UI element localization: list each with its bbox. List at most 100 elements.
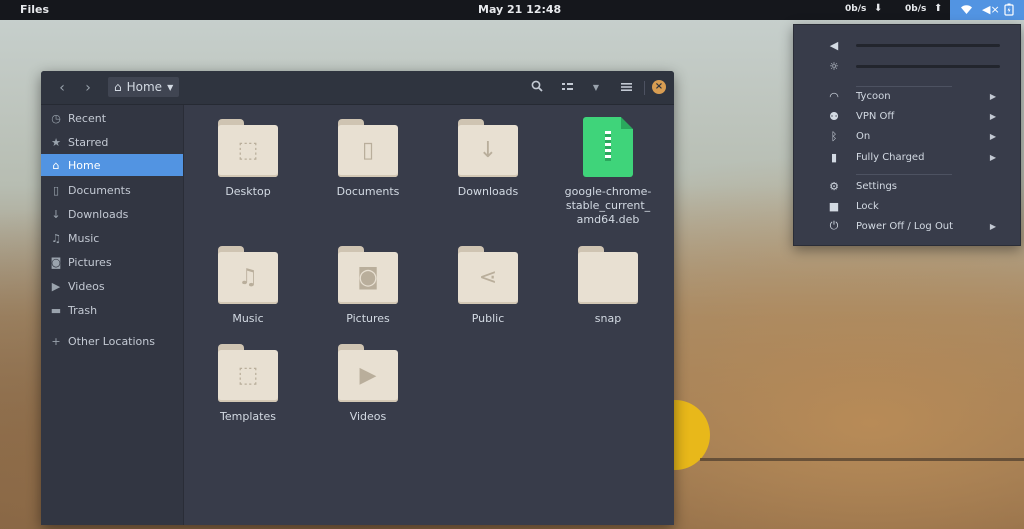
view-toggle-icon[interactable] [559,79,577,97]
location-button[interactable]: ⌂ Home ▼ [108,77,180,97]
brightness-icon: ☼ [829,59,839,73]
menu-item-vpn[interactable]: ⚉ VPN Off ▶ [794,106,1020,126]
file-item-desktop[interactable]: ⬚ Desktop [193,119,303,199]
volume-icon: ◀× [982,3,1000,16]
sidebar-item-music[interactable]: ♫ Music [41,227,183,249]
wifi-icon [960,3,973,18]
file-item-chrome-deb[interactable]: google-chrome- stable_current_ amd64.deb [553,117,663,227]
sidebar-item-label: Trash [68,303,98,317]
net-down-speed: 0b/s [845,4,867,14]
chevron-right-icon: ▶ [989,152,996,162]
view-options-chevron-icon[interactable]: ▼ [587,79,605,97]
camera-icon: ◙ [50,255,62,269]
app-menu[interactable]: Files [20,3,49,16]
clock[interactable]: May 21 12:48 [478,3,561,16]
search-icon[interactable] [528,79,546,97]
header-bar: ‹ › ⌂ Home ▼ ▼ × [41,71,674,105]
brightness-slider[interactable] [856,65,1000,68]
file-name: Videos [349,410,387,423]
sidebar-item-label: Starred [68,135,109,149]
file-item-pictures[interactable]: ◙ Pictures [313,246,423,326]
chevron-right-icon: ▶ [989,221,996,231]
gear-icon: ⚙ [829,179,839,193]
sidebar: ◷ Recent ★ Starred ⌂ Home ▯ Documents ↓ … [41,105,184,525]
file-item-downloads[interactable]: ↓ Downloads [433,119,543,199]
menu-separator [856,174,952,175]
file-name: Downloads [457,185,519,198]
sidebar-item-label: Documents [68,183,131,197]
top-bar: Files May 21 12:48 0b/s ⬇ 0b/s ⬆ ◀× [0,0,1024,20]
document-icon: ▯ [52,183,60,197]
trash-icon: ▬ [50,303,62,317]
download-icon: ↓ [51,207,61,221]
menu-item-battery[interactable]: ▮ Fully Charged ▶ [794,147,1020,167]
menu-item-label: Lock [856,200,879,212]
menu-item-label: Fully Charged [856,151,925,163]
download-arrow-icon: ⬇ [874,3,883,14]
bluetooth-icon: ᛒ [830,129,838,143]
lock-icon: ■ [828,199,840,213]
battery-icon [1004,3,1014,19]
menu-item-power[interactable]: ⏻ Power Off / Log Out ▶ [794,216,1020,236]
chevron-down-icon: ▼ [167,82,174,92]
sidebar-item-documents[interactable]: ▯ Documents [41,179,183,201]
file-grid: ⬚ Desktop ▯ Documents ↓ Downloads google… [184,105,674,525]
file-name: Pictures [346,312,390,325]
menu-item-label: Power Off / Log Out [856,220,954,232]
back-icon[interactable]: ‹ [53,79,71,97]
chevron-right-icon: ▶ [989,91,996,101]
sidebar-item-home[interactable]: ⌂ Home [41,154,183,176]
sidebar-item-downloads[interactable]: ↓ Downloads [41,203,183,225]
close-icon[interactable]: × [652,80,666,94]
sidebar-item-label: Videos [68,279,105,293]
volume-slider[interactable] [856,44,1000,47]
system-status-area[interactable]: ◀× [950,0,1024,20]
menu-item-lock[interactable]: ■ Lock [794,196,1020,216]
file-item-videos[interactable]: ▶ Videos [313,344,423,424]
desktop-wallpaper-edge [700,458,1024,461]
menu-item-bluetooth[interactable]: ᛒ On ▶ [794,126,1020,146]
sidebar-item-recent[interactable]: ◷ Recent [41,107,183,129]
file-item-templates[interactable]: ⬚ Templates [193,344,303,424]
template-folder-icon: ⬚ [218,344,278,402]
sidebar-item-starred[interactable]: ★ Starred [41,131,183,153]
sidebar-item-label: Recent [68,111,107,125]
menu-item-label: On [856,130,871,142]
chevron-right-icon: ▶ [989,111,996,121]
file-item-snap[interactable]: snap [553,246,663,326]
pictures-folder-icon: ◙ [338,246,398,304]
file-item-music[interactable]: ♫ Music [193,246,303,326]
file-name: google-chrome- stable_current_ amd64.deb [564,185,652,226]
file-name: Music [232,312,264,325]
file-name: Documents [336,185,400,198]
sidebar-item-label: Home [68,158,101,172]
home-icon: ⌂ [114,80,122,94]
clock-icon: ◷ [51,111,61,125]
sidebar-item-trash[interactable]: ▬ Trash [41,299,183,321]
menu-item-label: VPN Off [856,110,895,122]
home-icon: ⌂ [52,158,60,172]
menu-item-wifi[interactable]: ◠ Tycoon ▶ [794,86,1020,106]
archive-file-icon [583,117,633,177]
location-label: Home [126,80,163,94]
sidebar-item-pictures[interactable]: ◙ Pictures [41,251,183,273]
file-item-public[interactable]: ⋖ Public [433,246,543,326]
hamburger-menu-icon[interactable] [617,79,635,97]
file-item-documents[interactable]: ▯ Documents [313,119,423,199]
upload-arrow-icon: ⬆ [934,3,943,14]
power-icon: ⏻ [829,219,839,232]
net-up-speed: 0b/s [905,4,927,14]
download-folder-icon: ↓ [458,119,518,177]
forward-icon[interactable]: › [79,79,97,97]
sidebar-item-other-locations[interactable]: + Other Locations [41,330,183,352]
sidebar-item-videos[interactable]: ▶ Videos [41,275,183,297]
desktop-folder-icon: ⬚ [218,119,278,177]
video-icon: ▶ [51,279,61,293]
menu-item-label: Settings [856,180,898,192]
menu-item-label: Tycoon [856,90,891,102]
file-name: Public [471,312,505,325]
sidebar-item-label: Other Locations [68,334,155,348]
plus-icon: + [51,334,61,348]
menu-item-settings[interactable]: ⚙ Settings [794,176,1020,196]
system-menu: ◀ ☼ ◠ Tycoon ▶ ⚉ VPN Off ▶ ᛒ On ▶ ▮ Full… [793,24,1021,246]
